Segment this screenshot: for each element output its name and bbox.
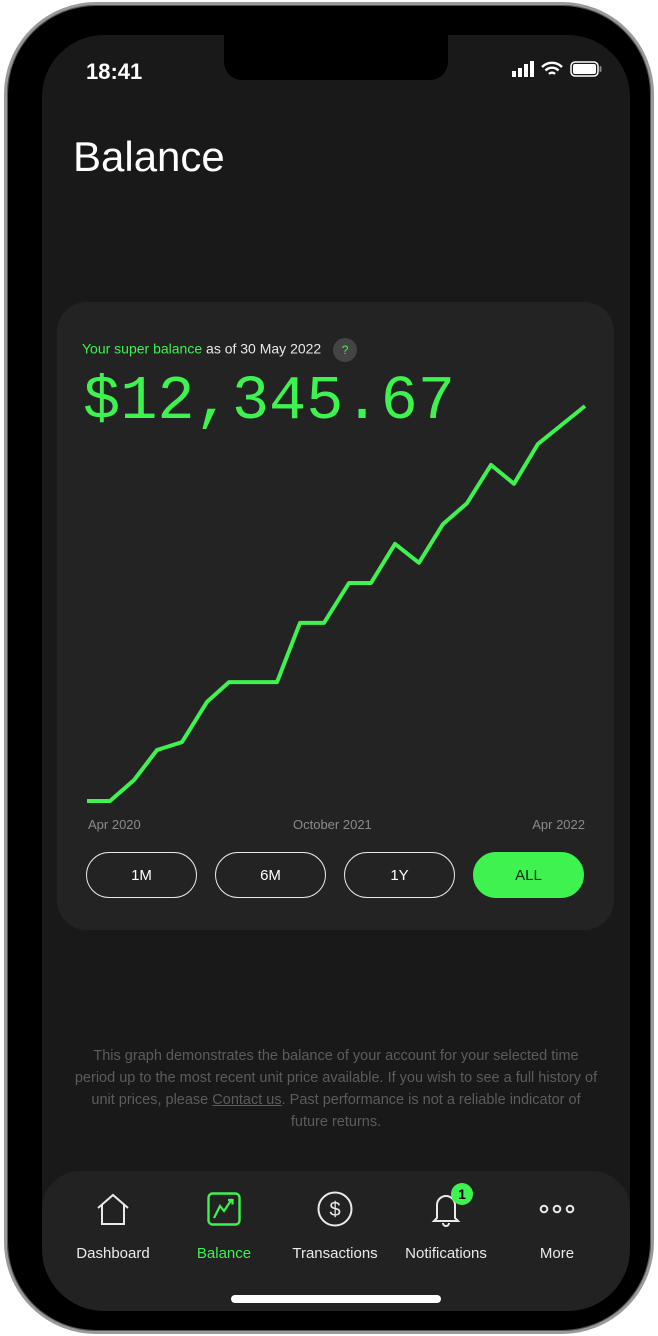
- x-tick-label: October 2021: [293, 817, 372, 832]
- notch: [224, 35, 448, 80]
- range-1y-button[interactable]: 1Y: [344, 852, 455, 898]
- battery-icon: [570, 61, 602, 77]
- home-indicator: [231, 1295, 441, 1303]
- disclaimer-text-end: . Past performance is not a reliable ind…: [281, 1092, 581, 1130]
- status-icons: [512, 61, 602, 77]
- tab-label: More: [539, 1245, 575, 1262]
- dollar-circle-icon: $: [317, 1191, 353, 1227]
- status-time: 18:41: [86, 59, 143, 84]
- screen: 18:41 Balance Your super balance as of 3…: [42, 35, 630, 1311]
- tab-label: Notifications: [405, 1245, 487, 1262]
- home-icon: [97, 1193, 129, 1225]
- range-all-button[interactable]: ALL: [473, 852, 584, 898]
- x-tick-label: Apr 2020: [88, 817, 141, 832]
- tab-more[interactable]: More: [502, 1189, 612, 1262]
- contact-us-link[interactable]: Contact us: [212, 1092, 281, 1108]
- more-icon: [539, 1204, 575, 1214]
- balance-chart: [87, 404, 587, 803]
- tab-label: Dashboard: [76, 1245, 150, 1262]
- tab-balance[interactable]: Balance: [169, 1189, 279, 1262]
- tab-bar: Dashboard Balance $ Transactions 1 Notif…: [42, 1171, 630, 1311]
- page-title: Balance: [73, 133, 225, 180]
- tab-label: Balance: [196, 1245, 252, 1262]
- range-6m-button[interactable]: 6M: [215, 852, 326, 898]
- tab-dashboard[interactable]: Dashboard: [58, 1189, 168, 1262]
- chart-up-icon: [207, 1192, 241, 1226]
- range-selector: 1M 6M 1Y ALL: [86, 852, 584, 898]
- svg-text:$: $: [329, 1199, 340, 1221]
- tab-label: Transactions: [292, 1245, 378, 1262]
- tab-transactions[interactable]: $ Transactions: [280, 1189, 390, 1262]
- notification-badge: 1: [451, 1183, 473, 1205]
- tab-notifications[interactable]: 1 Notifications: [391, 1183, 501, 1262]
- disclaimer: This graph demonstrates the balance of y…: [72, 1045, 600, 1133]
- balance-card: Your super balance as of 30 May 2022 ? $…: [57, 302, 614, 930]
- range-1m-button[interactable]: 1M: [86, 852, 197, 898]
- x-tick-label: Apr 2022: [532, 817, 585, 832]
- signal-icon: [512, 61, 534, 77]
- wifi-icon: [541, 61, 563, 75]
- phone-frame: 18:41 Balance Your super balance as of 3…: [4, 2, 654, 1334]
- balance-line: [87, 404, 587, 803]
